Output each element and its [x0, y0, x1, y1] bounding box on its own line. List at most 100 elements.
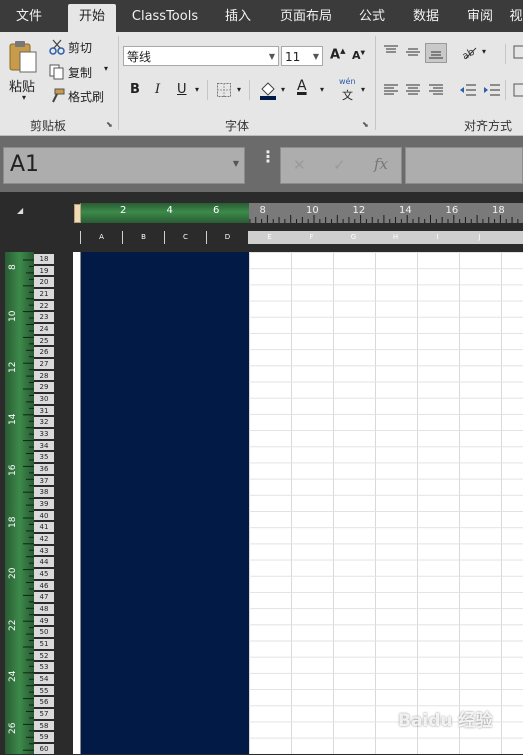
underline-dropdown-icon[interactable]: ▾	[195, 85, 199, 94]
align-right-icon[interactable]	[427, 82, 445, 98]
column-header-j[interactable]: J	[459, 231, 500, 244]
row-header[interactable]: 40	[34, 510, 54, 522]
row-header[interactable]: 34	[34, 440, 54, 452]
row-header[interactable]: 37	[34, 475, 54, 487]
underline-button[interactable]: U	[177, 82, 187, 97]
fill-color-icon[interactable]	[259, 80, 277, 100]
column-header-d[interactable]: D	[207, 231, 248, 244]
clipboard-launcher-icon[interactable]: ⬊	[106, 121, 114, 129]
paste-dropdown-icon[interactable]: ▾	[22, 93, 26, 102]
phonetic-dropdown-icon[interactable]: ▾	[361, 85, 365, 94]
borders-dropdown-icon[interactable]: ▾	[237, 85, 241, 94]
tab-file[interactable]: 文件	[0, 4, 58, 32]
italic-button[interactable]: I	[155, 82, 160, 97]
merge-center-icon[interactable]	[513, 82, 523, 98]
row-header[interactable]: 49	[34, 615, 54, 627]
phonetic-guide-top[interactable]: wén	[339, 77, 356, 86]
font-color-dropdown-icon[interactable]: ▾	[320, 85, 324, 94]
copy-button[interactable]: 复制	[68, 64, 92, 81]
row-header[interactable]: 45	[34, 569, 54, 580]
tab-review[interactable]: 审阅	[458, 4, 502, 32]
row-header[interactable]: 59	[34, 732, 54, 744]
grow-font-button[interactable]: A▲	[330, 47, 345, 62]
row-header[interactable]: 47	[34, 592, 54, 604]
row-header[interactable]: 52	[34, 650, 54, 662]
decrease-indent-icon[interactable]	[459, 82, 477, 98]
paste-icon[interactable]	[8, 40, 40, 76]
column-header-b[interactable]: B	[123, 231, 164, 244]
row-header[interactable]: 50	[34, 627, 54, 639]
tab-insert[interactable]: 插入	[216, 4, 260, 32]
column-header-f[interactable]: F	[291, 231, 332, 244]
wrap-text-icon[interactable]	[513, 44, 523, 60]
tab-page-layout[interactable]: 页面布局	[270, 4, 342, 32]
row-header[interactable]: 22	[34, 300, 54, 312]
row-header[interactable]: 38	[34, 487, 54, 499]
filled-range-a-d[interactable]	[81, 252, 249, 754]
column-header-g[interactable]: G	[333, 231, 374, 244]
font-color-button[interactable]: A	[297, 78, 307, 94]
align-middle-icon[interactable]	[404, 44, 422, 60]
row-header[interactable]: 19	[34, 265, 54, 277]
chevron-down-icon[interactable]: ▼	[233, 159, 239, 168]
row-header[interactable]: 56	[34, 697, 54, 709]
format-painter-button[interactable]: 格式刷	[68, 88, 104, 105]
tab-data[interactable]: 数据	[404, 4, 448, 32]
row-header[interactable]: 58	[34, 720, 54, 732]
row-header[interactable]: 31	[34, 405, 54, 417]
row-header[interactable]: 32	[34, 417, 54, 429]
row-header[interactable]: 36	[34, 464, 54, 475]
align-top-icon[interactable]	[382, 44, 400, 60]
copy-dropdown-icon[interactable]: ▾	[104, 64, 108, 73]
row-header[interactable]: 27	[34, 359, 54, 370]
row-header[interactable]: 41	[34, 522, 54, 534]
row-header[interactable]: 39	[34, 499, 54, 510]
column-header-e[interactable]: E	[249, 231, 290, 244]
orientation-dropdown-icon[interactable]: ▾	[482, 47, 486, 56]
phonetic-guide-button[interactable]: 文	[342, 87, 353, 103]
row-header[interactable]: 28	[34, 370, 54, 382]
tab-formulas[interactable]: 公式	[350, 4, 394, 32]
row-header[interactable]: 33	[34, 429, 54, 440]
row-header[interactable]: 21	[34, 289, 54, 300]
column-header-c[interactable]: C	[165, 231, 206, 244]
row-header[interactable]: 26	[34, 347, 54, 359]
row-header[interactable]: 60	[34, 744, 54, 755]
column-header-a[interactable]: A	[81, 231, 122, 244]
font-size-combobox[interactable]: 11 ▼	[281, 46, 323, 66]
row-header[interactable]: 54	[34, 674, 54, 685]
enter-icon[interactable]: ✓	[333, 156, 346, 174]
borders-icon[interactable]	[216, 82, 232, 98]
fill-color-dropdown-icon[interactable]: ▾	[281, 85, 285, 94]
bold-button[interactable]: B	[130, 82, 140, 97]
name-box[interactable]: A1 ▼	[3, 147, 245, 184]
tab-home[interactable]: 开始	[68, 4, 116, 32]
cancel-icon[interactable]: ✕	[293, 156, 306, 174]
row-header[interactable]: 48	[34, 604, 54, 615]
row-header[interactable]: 29	[34, 382, 54, 394]
row-header[interactable]: 55	[34, 685, 54, 697]
align-bottom-icon[interactable]	[425, 43, 447, 63]
tab-view[interactable]: 视	[508, 4, 523, 32]
row-header[interactable]: 35	[34, 452, 54, 464]
row-header[interactable]: 46	[34, 580, 54, 592]
copy-icon[interactable]	[49, 64, 65, 80]
row-header[interactable]: 57	[34, 709, 54, 720]
shrink-font-button[interactable]: A▼	[352, 49, 365, 62]
row-header[interactable]: 42	[34, 534, 54, 545]
formula-input[interactable]	[405, 147, 523, 184]
cut-icon[interactable]	[49, 39, 65, 55]
row-header[interactable]: 18	[34, 254, 54, 265]
increase-indent-icon[interactable]	[483, 82, 501, 98]
row-header[interactable]: 51	[34, 639, 54, 650]
align-left-icon[interactable]	[382, 82, 400, 98]
row-header[interactable]: 44	[34, 557, 54, 569]
row-header[interactable]: 20	[34, 277, 54, 288]
row-header[interactable]: 24	[34, 324, 54, 335]
tab-classtools[interactable]: ClassTools	[122, 4, 208, 32]
row-header[interactable]: 23	[34, 312, 54, 323]
cut-button[interactable]: 剪切	[68, 39, 92, 56]
font-name-combobox[interactable]: 等线 ▼	[123, 46, 279, 66]
column-header-h[interactable]: H	[375, 231, 416, 244]
more-options-icon[interactable]: ⋮	[260, 149, 276, 165]
